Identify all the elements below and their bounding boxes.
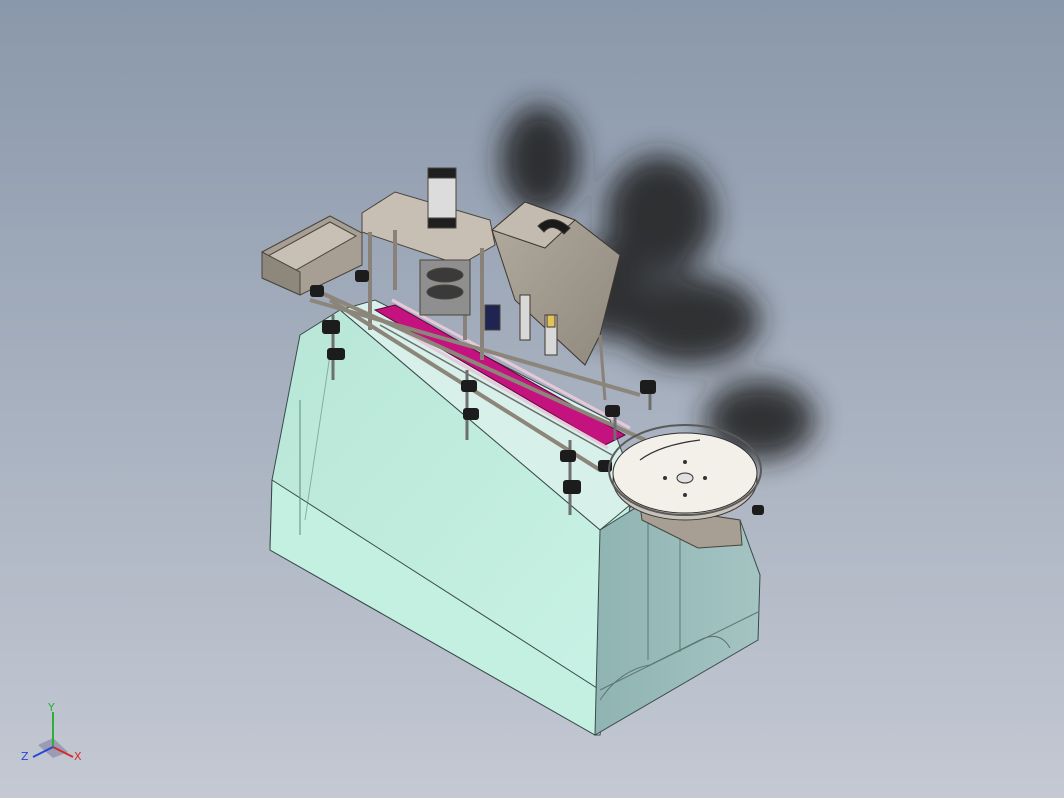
z-axis-label: Z	[21, 750, 29, 763]
machine-model[interactable]	[0, 0, 1064, 798]
left-tray	[261, 215, 363, 296]
cad-viewport[interactable]: Y X Z	[0, 0, 1064, 798]
y-axis-label: Y	[47, 701, 55, 714]
x-axis-label: X	[74, 750, 82, 763]
orientation-triad: Y X Z	[21, 701, 82, 763]
